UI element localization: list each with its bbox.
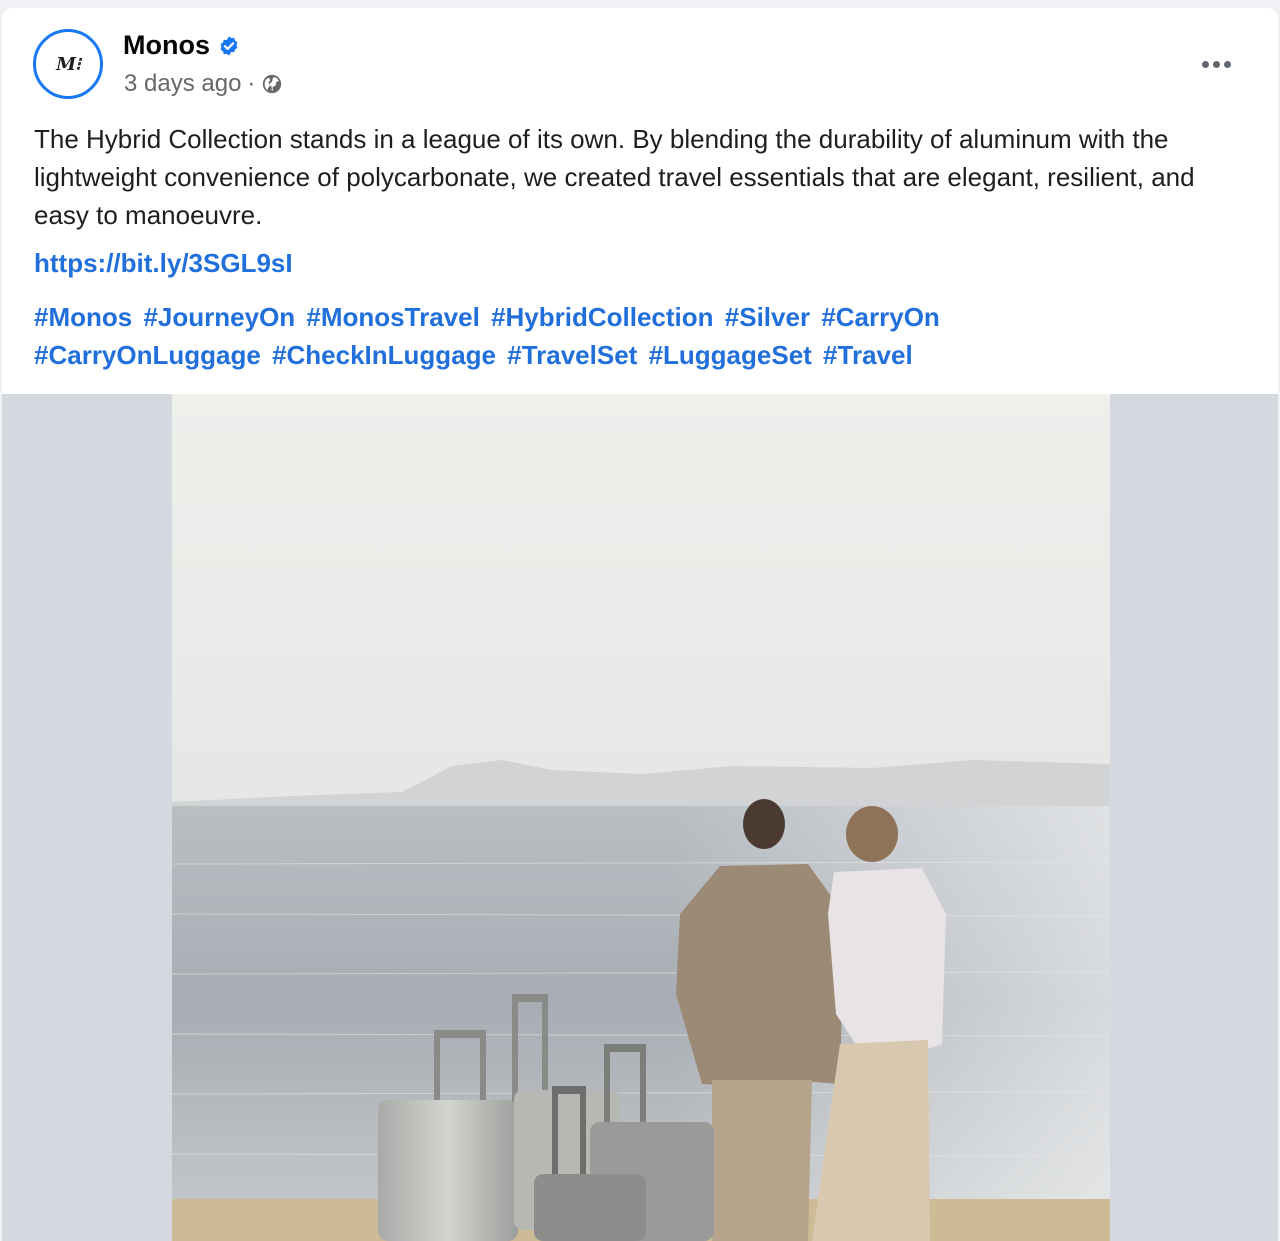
post-body-text: The Hybrid Collection stands in a league… bbox=[34, 124, 1195, 230]
globe-icon[interactable] bbox=[261, 73, 283, 95]
hashtag[interactable]: #CheckInLuggage bbox=[272, 340, 496, 370]
hashtag-list: #Monos #JourneyOn #MonosTravel #HybridCo… bbox=[34, 298, 1234, 374]
hashtag[interactable]: #Travel bbox=[823, 340, 913, 370]
post-meta: 3 days ago · bbox=[124, 70, 283, 98]
post-media[interactable] bbox=[2, 394, 1278, 1241]
hashtag[interactable]: #LuggageSet bbox=[649, 340, 812, 370]
post-header: M⁝ Monos 3 days ago · bbox=[2, 8, 1278, 108]
page-name[interactable]: Monos bbox=[123, 30, 210, 61]
hashtag[interactable]: #Silver bbox=[725, 302, 810, 332]
hashtag[interactable]: #TravelSet bbox=[507, 340, 637, 370]
more-options-icon[interactable] bbox=[1194, 50, 1238, 78]
hashtag[interactable]: #CarryOnLuggage bbox=[34, 340, 261, 370]
hashtag[interactable]: #Monos bbox=[34, 302, 132, 332]
meta-separator: · bbox=[247, 70, 256, 97]
post-link[interactable]: https://bit.ly/3SGL9sI bbox=[34, 248, 293, 279]
hashtag[interactable]: #HybridCollection bbox=[491, 302, 713, 332]
name-row: Monos bbox=[123, 30, 240, 61]
avatar[interactable]: M⁝ bbox=[33, 29, 103, 99]
post-photo[interactable] bbox=[172, 394, 1110, 1241]
post-card: M⁝ Monos 3 days ago · The Hybrid Collect… bbox=[2, 8, 1278, 1241]
hashtag[interactable]: #JourneyOn bbox=[143, 302, 295, 332]
avatar-logo: M⁝ bbox=[56, 53, 81, 75]
hashtag[interactable]: #MonosTravel bbox=[306, 302, 479, 332]
hashtag[interactable]: #CarryOn bbox=[821, 302, 940, 332]
post-timestamp[interactable]: 3 days ago bbox=[124, 70, 241, 98]
verified-badge-icon bbox=[220, 35, 238, 56]
